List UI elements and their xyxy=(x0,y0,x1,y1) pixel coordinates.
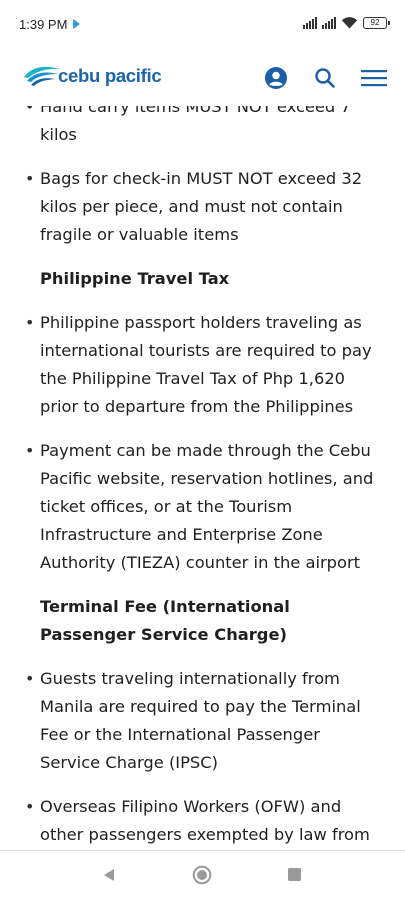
list-item: Payment can be made through the Cebu Pac… xyxy=(0,437,405,577)
account-button[interactable] xyxy=(263,65,289,91)
menu-button[interactable] xyxy=(360,65,388,91)
brand-logo[interactable]: cebu pacific xyxy=(22,63,162,89)
signal-icon xyxy=(322,16,336,29)
list-item: Guests traveling internationally from Ma… xyxy=(0,665,405,777)
user-account-icon xyxy=(265,67,287,89)
section-heading-terminal-fee: Terminal Fee (International Passenger Se… xyxy=(40,597,290,644)
search-icon xyxy=(315,68,335,88)
status-time: 1:39 PM xyxy=(19,17,68,32)
status-icons: 92 xyxy=(303,16,390,29)
status-bar: 1:39 PM 92 xyxy=(0,0,405,50)
brand-name: cebu pacific xyxy=(58,65,162,86)
wifi-icon xyxy=(341,17,358,29)
search-button[interactable] xyxy=(312,65,338,91)
signal-icon xyxy=(303,16,317,29)
back-triangle-icon xyxy=(104,869,114,881)
app-header: cebu pacific xyxy=(0,50,405,106)
list-item: Philippine passport holders traveling as… xyxy=(0,309,405,421)
list-item: Overseas Filipino Workers (OFW) and othe… xyxy=(0,793,405,850)
list-item: Bags for check-in MUST NOT exceed 32 kil… xyxy=(0,165,405,249)
list-item: Hand carry items MUST NOT exceed 7 kilos xyxy=(0,106,405,149)
play-notification-icon xyxy=(73,19,80,29)
cebu-pacific-logo-icon xyxy=(24,66,60,86)
recents-button[interactable] xyxy=(287,867,302,882)
home-button[interactable] xyxy=(192,865,212,885)
recents-square-icon xyxy=(288,868,301,881)
article-body: Hand carry items MUST NOT exceed 7 kilos… xyxy=(0,106,405,850)
battery-icon: 92 xyxy=(363,16,390,29)
home-circle-icon xyxy=(192,865,212,885)
article-content[interactable]: Hand carry items MUST NOT exceed 7 kilos… xyxy=(0,106,405,850)
section-heading-travel-tax: Philippine Travel Tax xyxy=(40,269,230,288)
hamburger-menu-icon xyxy=(361,70,387,87)
back-button[interactable] xyxy=(101,867,117,883)
system-navigation-bar xyxy=(0,850,405,900)
battery-level: 92 xyxy=(370,17,380,27)
